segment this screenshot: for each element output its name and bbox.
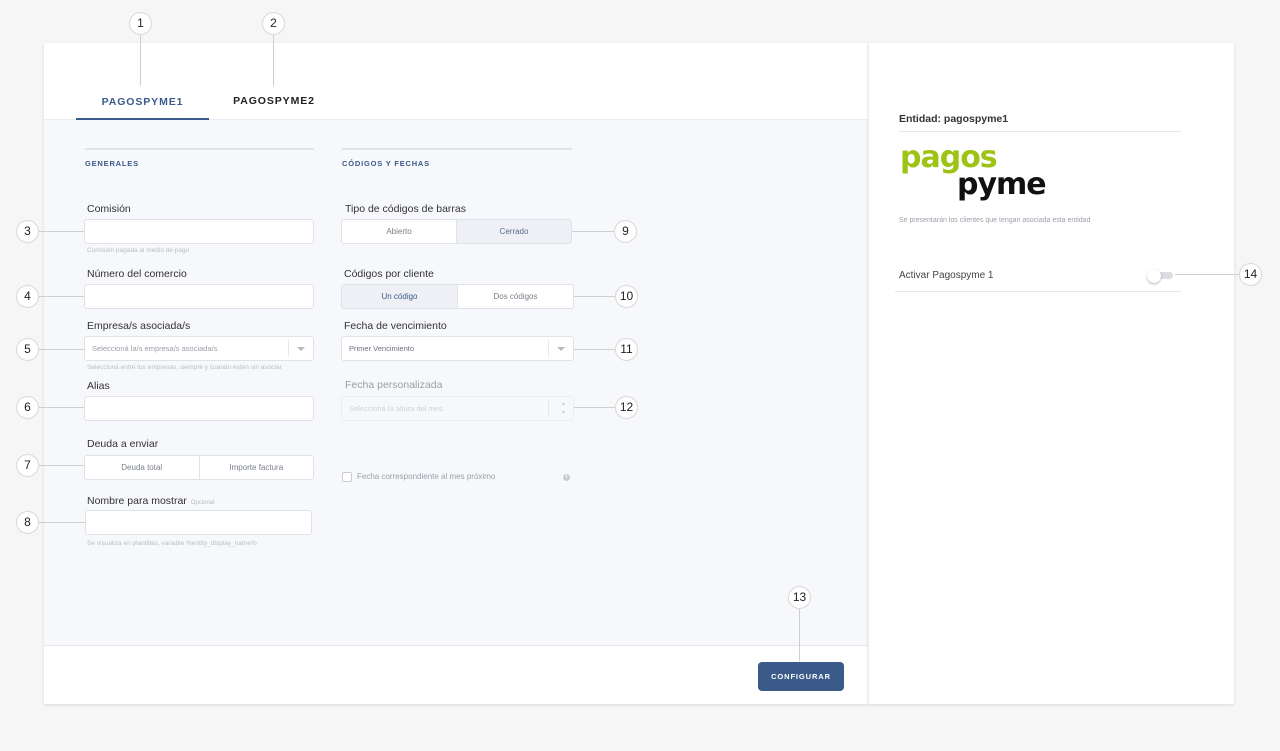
numero-comercio-label: Número del comercio [87,268,187,280]
spinner-down-icon: ▼ [561,410,566,416]
callout-line-12 [574,407,615,408]
callout-1: 1 [129,12,152,35]
callout-12: 12 [615,396,638,419]
comision-input[interactable] [84,219,314,244]
cerrado-option[interactable]: Cerrado [456,220,571,243]
deuda-total-option[interactable]: Deuda total [85,456,199,479]
tab-pagospyme2[interactable]: PAGOSPYME2 [209,85,339,120]
callout-line-1 [140,34,141,86]
codigos-cliente-label: Códigos por cliente [344,268,434,280]
tipo-codigos-label: Tipo de códigos de barras [345,203,467,215]
logo-bottom-text: pyme [957,167,1047,202]
nombre-mostrar-label: Nombre para mostrar Opcional [87,495,215,507]
empresas-label: Empresa/s asociada/s [87,320,191,332]
callout-line-8 [39,522,85,523]
callout-4: 4 [16,285,39,308]
abierto-option[interactable]: Abierto [342,220,456,243]
callout-line-6 [39,407,84,408]
codigos-cliente-selector: Un código Dos códigos [341,284,574,309]
callout-11: 11 [615,338,638,361]
callout-7: 7 [16,454,39,477]
alias-label: Alias [87,380,110,392]
callout-3: 3 [16,220,39,243]
tab-pagospyme1[interactable]: PAGOSPYME1 [76,85,209,120]
deuda-selector: Deuda total Importe factura [84,455,314,480]
tipo-codigos-selector: Abierto Cerrado [341,219,572,244]
nombre-mostrar-hint: Se visualiza en plantillas, variable %en… [87,540,257,547]
tab-bar: PAGOSPYME1 PAGOSPYME2 [44,43,868,120]
fecha-venc-value: Primer Vencimiento [349,344,415,353]
callout-10: 10 [615,285,638,308]
callout-line-14 [1175,274,1240,275]
callout-line-9 [572,231,615,232]
importe-factura-option[interactable]: Importe factura [198,456,314,479]
deuda-label: Deuda a enviar [87,438,159,450]
section-codigos: CÓDIGOS Y FECHAS [342,148,572,168]
entity-side-panel: Entidad: pagospyme1 pagos pyme Se presen… [868,43,1234,704]
entity-description: Se presentarán los clientes que tengan a… [899,217,1091,224]
callout-line-2 [273,34,274,86]
mes-proximo-checkbox[interactable] [342,472,352,482]
callout-line-7 [39,465,84,466]
dos-codigos-option[interactable]: Dos códigos [457,285,573,308]
activate-toggle[interactable] [1147,269,1175,283]
caret-down-icon [297,347,305,351]
footer-bar: CONFIGURAR [44,645,868,704]
alias-input[interactable] [84,396,314,421]
un-codigo-option[interactable]: Un código [342,285,457,308]
activate-row: Activar Pagospyme 1 [895,261,1181,292]
fecha-venc-label: Fecha de vencimiento [344,320,447,332]
fecha-pers-label: Fecha personalizada [345,379,443,391]
entity-title: Entidad: pagospyme1 [899,113,1181,132]
empresas-select[interactable]: Seleccioná la/s empresa/s asociada/s [84,336,314,361]
empresas-hint: Seleccioná entre tus empresas, siempre y… [87,364,282,371]
callout-14: 14 [1239,263,1262,286]
callout-line-4 [39,296,84,297]
nombre-mostrar-input[interactable] [85,510,312,535]
fecha-pers-input[interactable]: Seleccioná la altura del mes ▲ ▼ [341,396,574,421]
spinner-up-icon: ▲ [561,401,566,407]
comision-label: Comisión [87,203,131,215]
callout-5: 5 [16,338,39,361]
callout-line-3 [39,231,84,232]
callout-line-10 [574,296,615,297]
fecha-pers-placeholder: Seleccioná la altura del mes [349,404,443,413]
toggle-knob [1147,269,1161,283]
callout-line-11 [574,349,615,350]
fecha-venc-select[interactable]: Primer Vencimiento [341,336,574,361]
main-panel: PAGOSPYME1 PAGOSPYME2 GENERALES Comisión… [44,43,868,704]
callout-9: 9 [614,220,637,243]
callout-2: 2 [262,12,285,35]
pagospyme-logo: pagos pyme [900,143,1047,202]
callout-8: 8 [16,511,39,534]
section-generales: GENERALES [85,148,314,168]
activate-label: Activar Pagospyme 1 [899,270,994,281]
callout-6: 6 [16,396,39,419]
configure-button[interactable]: CONFIGURAR [758,662,844,691]
caret-down-icon [557,347,565,351]
callout-line-5 [39,349,84,350]
numero-comercio-input[interactable] [84,284,314,309]
optional-tag: Opcional [190,500,215,506]
comision-hint: Comisión pagada al medio de pago [87,247,190,254]
callout-13: 13 [788,586,811,609]
form-area: GENERALES Comisión Comisión pagada al me… [44,120,868,645]
empresas-placeholder: Seleccioná la/s empresa/s asociada/s [92,344,218,353]
callout-line-13 [799,608,800,661]
info-icon[interactable]: i [563,474,570,481]
mes-proximo-label: Fecha correspondiente al mes próximo [357,472,496,481]
